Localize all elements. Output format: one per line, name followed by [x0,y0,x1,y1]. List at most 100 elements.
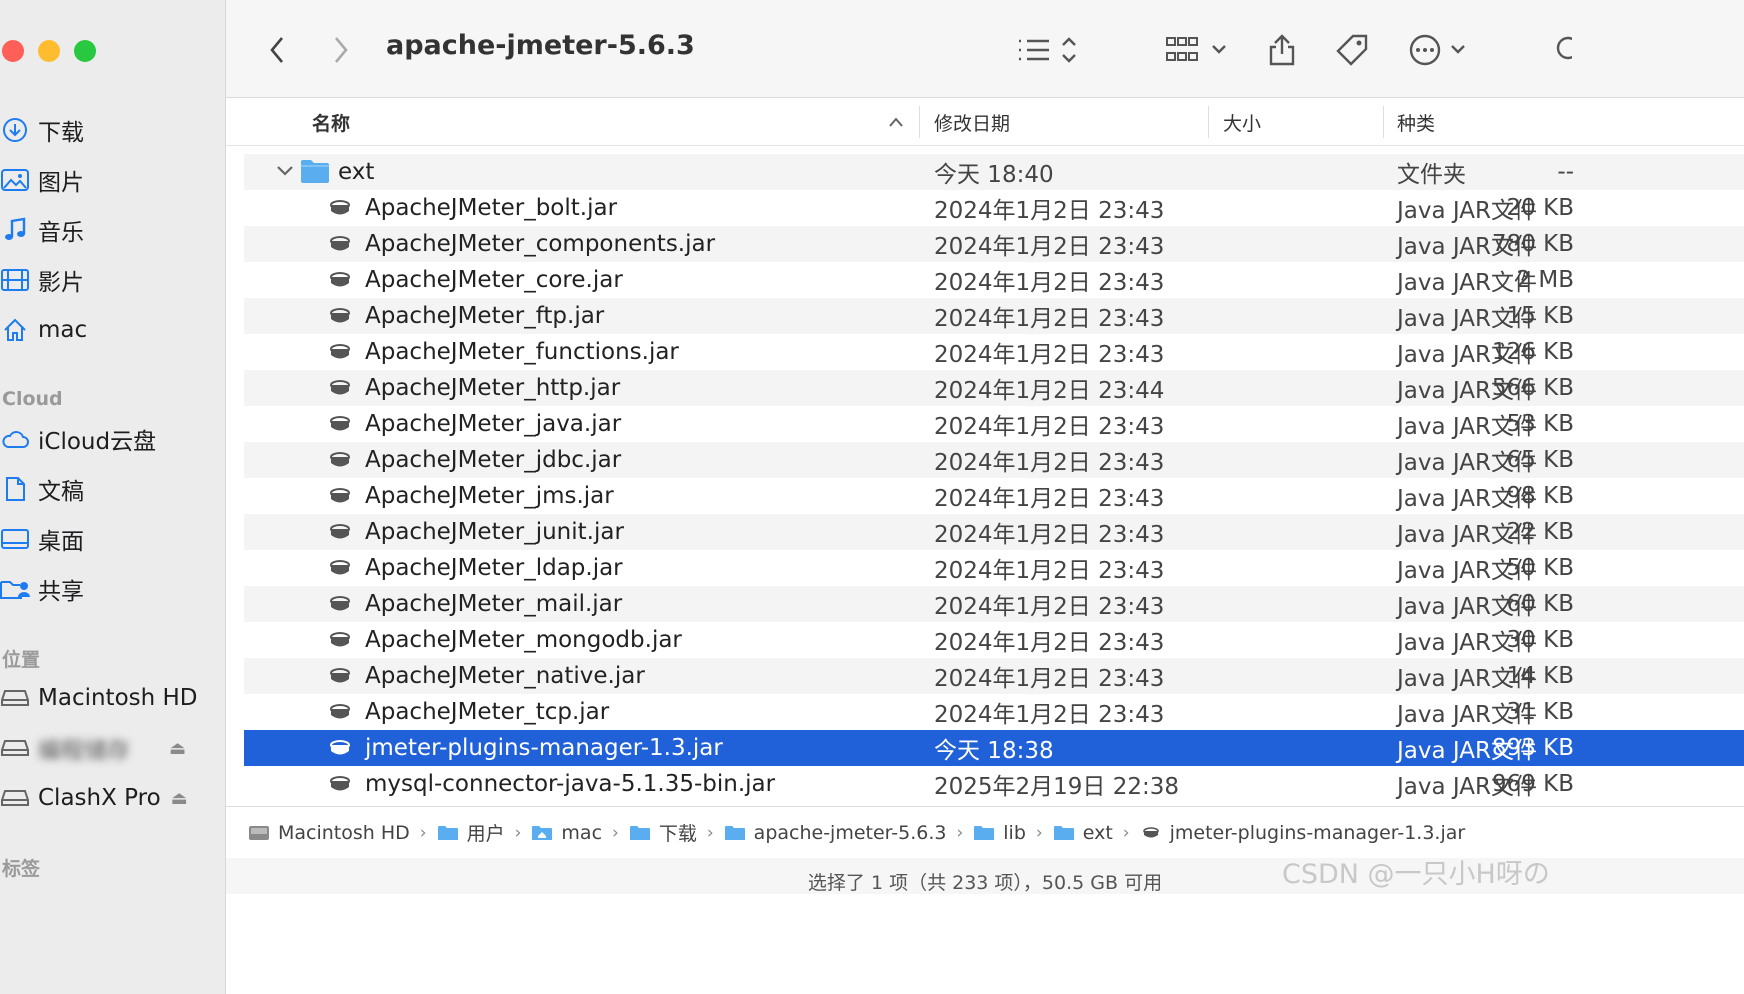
column-header-kind[interactable]: 种类 [1397,109,1435,136]
file-kind: Java JAR文件 [1397,702,1537,728]
column-divider[interactable] [1383,106,1384,138]
file-row[interactable]: ApacheJMeter_jdbc.jar 2024年1月2日 23:43 65 K… [244,442,1744,478]
file-date: 今天 18:40 [934,162,1054,188]
search-button[interactable] [1552,28,1572,72]
jar-icon [330,380,350,395]
jar-icon [330,308,350,323]
sort-ascending-icon[interactable] [888,116,904,128]
path-segment[interactable]: jmeter-plugins-manager-1.3.jar [1140,822,1465,844]
group-button[interactable] [1162,28,1232,72]
file-kind: Java JAR文件 [1397,558,1537,584]
file-row[interactable]: ApacheJMeter_ftp.jar 2024年1月2日 23:43 15 KB… [244,298,1744,334]
more-icon [1409,34,1465,66]
sidebar-item-desktop[interactable]: 桌面 [0,519,226,559]
path-segment[interactable]: 下载 [629,819,697,846]
column-divider[interactable] [1208,106,1209,138]
path-separator-icon: › [1122,822,1130,843]
zoom-window-button[interactable] [74,40,96,62]
sidebar-item-macintosh-hd[interactable]: Macintosh HD [0,678,226,718]
column-header-name[interactable]: 名称 [312,109,350,136]
file-row[interactable]: ApacheJMeter_tcp.jar 2024年1月2日 23:43 31 KB… [244,694,1744,730]
sidebar-item-shared[interactable]: 共享 [0,569,226,609]
file-date: 2024年1月2日 23:43 [934,234,1165,260]
jar-icon [330,740,350,755]
file-row[interactable]: ApacheJMeter_mail.jar 2024年1月2日 23:43 60 K… [244,586,1744,622]
disk-icon [248,824,278,842]
sidebar-item-label: 图片 [38,170,84,196]
jar-icon [330,632,350,647]
path-segment[interactable]: ext [1053,822,1113,844]
minimize-window-button[interactable] [38,40,60,62]
home-folder-icon [531,824,561,842]
column-header-size[interactable]: 大小 [1223,109,1261,136]
sidebar-item-label: 下载 [38,120,84,146]
path-segment[interactable]: lib [973,822,1026,844]
grid-group-icon [1166,37,1226,61]
file-row[interactable]: jmeter-plugins-manager-1.3.jar 今天 18:38 89… [244,730,1744,766]
path-segment[interactable]: apache-jmeter-5.6.3 [724,822,946,844]
path-segment-label: 下载 [658,823,697,845]
sidebar-section-locations: 位置 [2,649,41,671]
sidebar-item-home[interactable]: mac [0,310,226,350]
file-row[interactable]: ApacheJMeter_http.jar 2024年1月2日 23:44 566 … [244,370,1744,406]
sidebar-item-clashx[interactable]: ClashX Pro ⏏ [0,778,226,818]
folder-row[interactable]: ext 今天 18:40 -- 文件夹 [244,154,1744,190]
eject-icon[interactable]: ⏏ [171,788,188,809]
sidebar-item-label: 音乐 [38,220,84,246]
sidebar-item-icloud[interactable]: iCloud云盘 [0,419,226,459]
path-separator-icon: › [419,822,427,843]
path-separator-icon: › [706,822,714,843]
sidebar-item-music[interactable]: 音乐 [0,210,226,250]
view-list-button[interactable] [1012,28,1082,72]
file-date: 2024年1月2日 23:43 [934,270,1165,296]
file-row[interactable]: ApacheJMeter_ldap.jar 2024年1月2日 23:43 50 K… [244,550,1744,586]
sidebar-section-cloud: Cloud [2,388,63,410]
file-date: 2024年1月2日 23:43 [934,486,1165,512]
sidebar-item-label: 编程储存 [38,738,130,764]
sidebar-item-documents[interactable]: 文稿 [0,469,226,509]
file-row[interactable]: ApacheJMeter_junit.jar 2024年1月2日 23:43 22 … [244,514,1744,550]
sidebar-item-movies[interactable]: 影片 [0,260,226,300]
back-button[interactable] [262,28,292,72]
disclosure-chevron-down-icon[interactable] [276,164,294,178]
close-window-button[interactable] [2,40,24,62]
document-icon [0,474,30,504]
forward-button[interactable] [326,28,356,72]
more-actions-button[interactable] [1408,28,1474,72]
file-row[interactable]: ApacheJMeter_bolt.jar 2024年1月2日 23:43 20 K… [244,190,1744,226]
watermark-text: CSDN @一只小H呀の [1282,859,1550,890]
chevron-left-icon [270,37,283,63]
jar-icon [330,452,350,467]
download-icon [0,115,30,145]
folder-icon [437,824,467,842]
column-divider[interactable] [919,106,920,138]
path-segment[interactable]: Macintosh HD [248,822,410,844]
path-segment[interactable]: mac [531,822,602,844]
file-row[interactable]: ApacheJMeter_native.jar 2024年1月2日 23:43 14… [244,658,1744,694]
file-row[interactable]: ApacheJMeter_core.jar 2024年1月2日 23:43 2 MB… [244,262,1744,298]
file-row[interactable]: ApacheJMeter_functions.jar 2024年1月2日 23:4… [244,334,1744,370]
file-list: ext 今天 18:40 -- 文件夹 ApacheJMeter_bolt.ja… [226,146,1744,806]
share-button[interactable] [1262,28,1302,72]
column-header-date[interactable]: 修改日期 [934,109,1010,136]
file-date: 2025年2月19日 22:38 [934,774,1180,800]
file-row[interactable]: ApacheJMeter_mongodb.jar 2024年1月2日 23:43 3… [244,622,1744,658]
file-row[interactable]: ApacheJMeter_components.jar 2024年1月2日 23:… [244,226,1744,262]
jar-icon [330,344,350,359]
jar-icon [330,416,350,431]
eject-icon[interactable]: ⏏ [169,738,186,759]
jar-icon [330,704,350,719]
file-kind: Java JAR文件 [1397,450,1537,476]
file-row[interactable]: mysql-connector-java-5.1.35-bin.jar 2025年… [244,766,1744,802]
sidebar-item-external-disk[interactable]: 编程储存 ⏏ [0,728,226,768]
path-segment[interactable]: 用户 [437,819,505,846]
sidebar-item-label: 共享 [38,579,84,605]
desktop-icon [0,524,30,554]
file-date: 2024年1月2日 23:43 [934,630,1165,656]
file-date: 2024年1月2日 23:44 [934,378,1165,404]
sidebar-item-downloads[interactable]: 下载 [0,110,226,150]
sidebar-item-photos[interactable]: 图片 [0,160,226,200]
tag-button[interactable] [1332,28,1372,72]
file-row[interactable]: ApacheJMeter_jms.jar 2024年1月2日 23:43 98 KB… [244,478,1744,514]
file-row[interactable]: ApacheJMeter_java.jar 2024年1月2日 23:43 53 K… [244,406,1744,442]
